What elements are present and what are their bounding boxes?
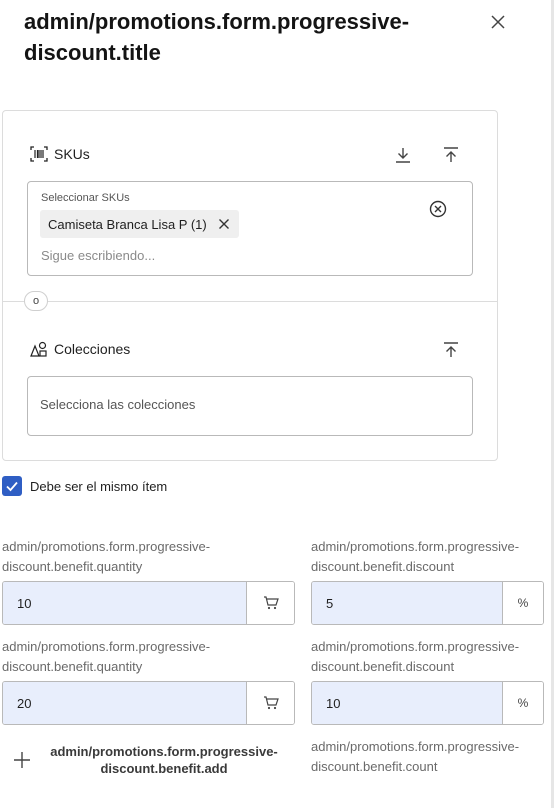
upload-skus-button[interactable] bbox=[438, 142, 464, 168]
upload-icon bbox=[444, 342, 458, 357]
shapes-icon bbox=[30, 341, 47, 357]
add-tier-button[interactable]: admin/promotions.form.progressive-discou… bbox=[12, 743, 292, 777]
close-button[interactable] bbox=[486, 10, 510, 34]
sku-search-input[interactable] bbox=[41, 248, 421, 263]
discount-input[interactable] bbox=[312, 582, 502, 624]
clear-skus-button[interactable] bbox=[428, 199, 448, 219]
add-tier-label: admin/promotions.form.progressive-discou… bbox=[50, 744, 278, 776]
quantity-label: admin/promotions.form.progressive-discou… bbox=[2, 639, 211, 674]
same-item-label: Debe ser el mismo ítem bbox=[30, 478, 168, 494]
quantity-field bbox=[2, 681, 295, 725]
discount-label: admin/promotions.form.progressive-discou… bbox=[311, 539, 520, 574]
cart-icon bbox=[263, 696, 279, 710]
same-item-row: Debe ser el mismo ítem bbox=[2, 476, 167, 496]
percent-suffix: % bbox=[502, 582, 543, 624]
sku-select[interactable]: Seleccionar SKUs Camiseta Branca Lisa P … bbox=[27, 181, 473, 276]
sku-chip: Camiseta Branca Lisa P (1) bbox=[40, 210, 239, 238]
collections-select[interactable] bbox=[27, 376, 473, 436]
collections-heading: Colecciones bbox=[30, 341, 130, 357]
or-badge: o bbox=[24, 291, 48, 311]
quantity-suffix bbox=[246, 682, 294, 724]
discount-field: % bbox=[311, 681, 544, 725]
cart-icon bbox=[263, 596, 279, 610]
upload-icon bbox=[444, 147, 458, 162]
close-icon bbox=[218, 219, 229, 229]
sku-chip-label: Camiseta Branca Lisa P (1) bbox=[48, 216, 207, 232]
skus-heading: SKUs bbox=[30, 146, 90, 162]
quantity-input[interactable] bbox=[3, 682, 246, 724]
quantity-field bbox=[2, 581, 295, 625]
remove-chip-button[interactable] bbox=[217, 217, 231, 231]
barcode-icon bbox=[30, 146, 48, 162]
sku-select-label: Seleccionar SKUs bbox=[41, 192, 130, 204]
download-icon bbox=[396, 148, 410, 163]
discount-input[interactable] bbox=[312, 682, 502, 724]
percent-suffix: % bbox=[502, 682, 543, 724]
discount-field: % bbox=[311, 581, 544, 625]
collections-heading-label: Colecciones bbox=[54, 341, 131, 357]
page-title: admin/promotions.form.progressive-discou… bbox=[24, 9, 410, 65]
close-icon bbox=[491, 15, 505, 29]
quantity-input[interactable] bbox=[3, 582, 246, 624]
discount-label: admin/promotions.form.progressive-discou… bbox=[311, 639, 520, 674]
clear-circle-icon bbox=[429, 200, 447, 218]
section-divider bbox=[2, 301, 498, 302]
collections-input[interactable] bbox=[40, 397, 440, 412]
upload-collections-button[interactable] bbox=[438, 337, 464, 363]
plus-icon bbox=[14, 752, 30, 768]
quantity-label: admin/promotions.form.progressive-discou… bbox=[2, 539, 211, 574]
download-skus-button[interactable] bbox=[390, 142, 416, 168]
quantity-suffix bbox=[246, 582, 294, 624]
same-item-checkbox[interactable] bbox=[2, 476, 22, 496]
check-icon bbox=[6, 481, 18, 492]
count-label: admin/promotions.form.progressive-discou… bbox=[311, 739, 520, 774]
skus-heading-label: SKUs bbox=[54, 146, 90, 162]
